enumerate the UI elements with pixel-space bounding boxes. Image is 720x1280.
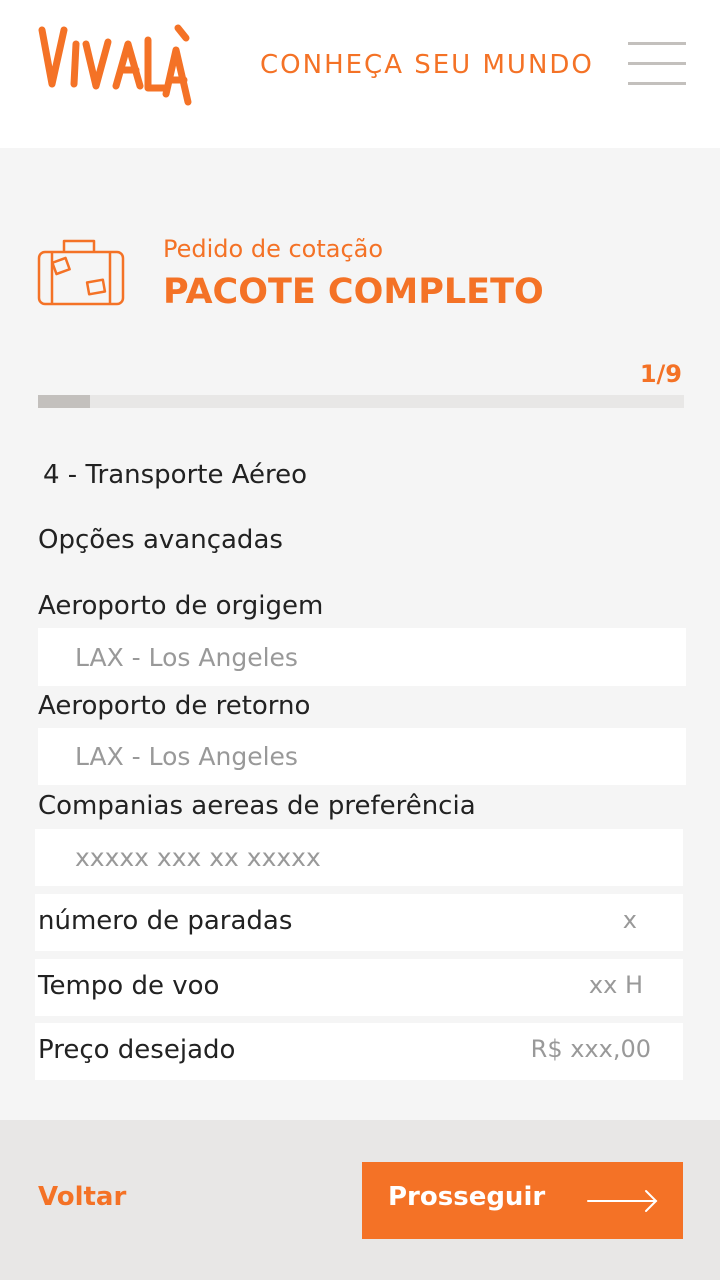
next-button[interactable]: Prosseguir [362,1162,683,1239]
origin-airport-field [38,628,686,686]
back-button[interactable]: Voltar [38,1182,126,1212]
page-subtitle: Pedido de cotação [163,235,384,263]
next-button-label: Prosseguir [388,1182,546,1212]
tagline: CONHEÇA SEU MUNDO [260,50,594,80]
return-airport-input[interactable] [38,728,686,785]
origin-airport-input[interactable] [38,628,686,686]
price-label: Preço desejado [38,1035,236,1065]
stops-label: número de paradas [38,906,293,936]
step-counter: 1/9 [639,360,682,388]
airlines-label: Companias aereas de preferência [38,791,476,821]
stops-row[interactable]: número de paradas x [35,894,683,951]
return-airport-field [38,728,686,785]
progress-fill [38,395,90,408]
return-airport-label: Aeroporto de retorno [38,691,311,721]
page-title: PACOTE COMPLETO [163,272,544,312]
flight-time-value[interactable]: xx H [589,971,643,999]
airlines-field [35,829,683,886]
advanced-options-toggle[interactable]: Opções avançadas [38,525,283,555]
header: CONHEÇA SEU MUNDO [0,0,720,148]
vivala-logo[interactable] [38,22,196,112]
price-row[interactable]: Preço desejado R$ xxx,00 [35,1023,683,1080]
flight-time-row[interactable]: Tempo de voo xx H [35,959,683,1016]
arrow-right-icon [587,1190,658,1212]
price-value[interactable]: R$ xxx,00 [531,1035,651,1063]
hamburger-icon[interactable] [628,42,686,88]
stops-value[interactable]: x [623,906,637,934]
suitcase-icon [37,239,125,306]
origin-airport-label: Aeroporto de orgigem [38,591,324,621]
flight-time-label: Tempo de voo [38,971,220,1001]
airlines-input[interactable] [35,829,683,886]
progress-bar [38,395,684,408]
section-title: 4 - Transporte Aéreo [43,460,308,490]
